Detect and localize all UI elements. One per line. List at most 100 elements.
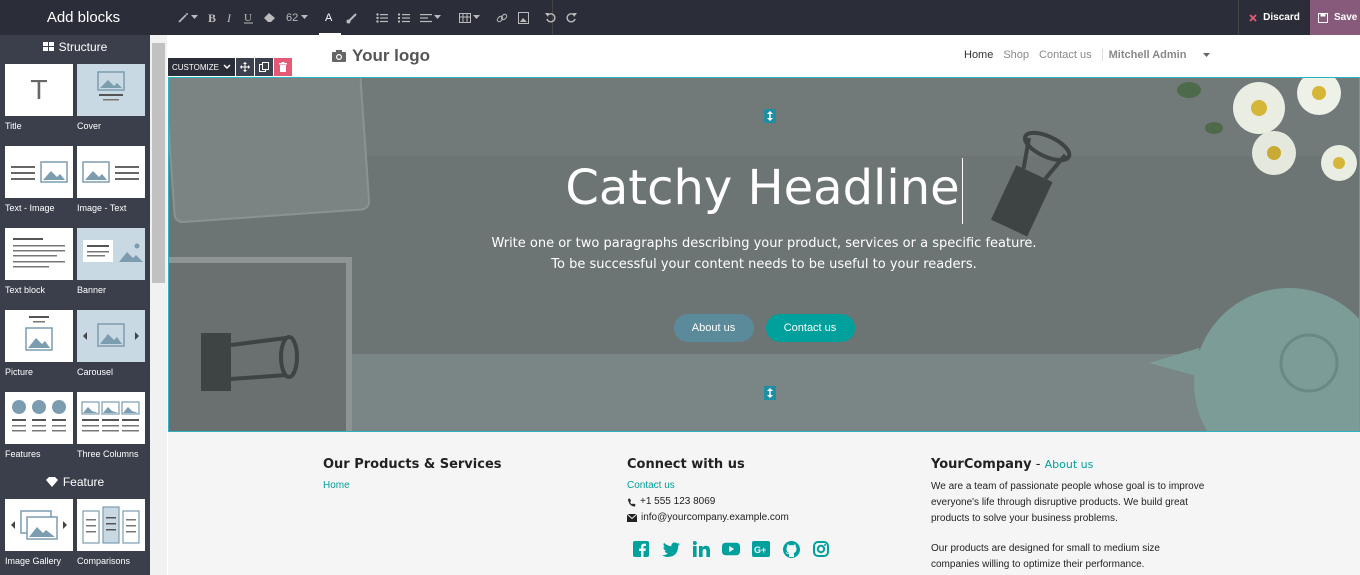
blocks-list: Structure T Title Cover Text - Image Ima…	[0, 35, 150, 575]
title-separator: -	[1031, 457, 1045, 472]
scrollbar-thumb[interactable]	[152, 43, 165, 283]
numbered-list-button[interactable]	[393, 0, 415, 35]
save-button[interactable]: Save	[1310, 0, 1360, 35]
block-image-text[interactable]: Image - Text	[77, 146, 145, 228]
cover-snippet[interactable]: Catchy Headline Write one or two paragra…	[168, 77, 1360, 432]
delete-snippet-button[interactable]	[273, 58, 292, 76]
resize-handle-bottom[interactable]	[764, 386, 776, 400]
grid-icon	[42, 42, 54, 51]
block-banner[interactable]: Banner	[77, 228, 145, 310]
resize-handle-top[interactable]	[764, 109, 776, 123]
undo-icon	[545, 13, 556, 23]
add-blocks-sidebar: Add blocks Structure T Title Cover Text …	[0, 0, 167, 575]
move-snippet-button[interactable]	[235, 58, 254, 76]
nav-item-home[interactable]: Home	[964, 49, 993, 61]
discard-label: Discard	[1263, 12, 1300, 23]
close-icon	[1249, 13, 1257, 22]
main-nav: Home Shop Contact us Mitchell Admin	[964, 49, 1220, 61]
block-three-columns[interactable]: Three Columns	[77, 392, 145, 474]
sidebar-title: Add blocks	[0, 0, 167, 35]
nav-item-contact-us[interactable]: Contact us	[1039, 49, 1092, 61]
italic-button[interactable]: I	[222, 0, 239, 35]
block-text-block[interactable]: Text block	[5, 228, 73, 310]
site-logo[interactable]: Your logo	[332, 46, 430, 66]
block-cover[interactable]: Cover	[77, 64, 145, 146]
nav-item-shop[interactable]: Shop	[1003, 49, 1029, 61]
font-size-dropdown[interactable]: 62	[281, 0, 313, 35]
svg-text:T: T	[30, 76, 47, 106]
hero-paragraph-line-2[interactable]: To be successful your content needs to b…	[169, 257, 1359, 272]
block-carousel[interactable]: Carousel	[77, 310, 145, 392]
block-image-gallery[interactable]: Image Gallery	[5, 499, 73, 575]
table-dropdown[interactable]	[454, 0, 485, 35]
google-plus-link[interactable]: G+	[752, 540, 770, 558]
magic-style-button[interactable]	[167, 0, 203, 35]
caret-down-icon	[473, 15, 481, 19]
link-button[interactable]	[491, 0, 513, 35]
footer-link-contact[interactable]: Contact us	[627, 478, 830, 494]
block-text-image[interactable]: Text - Image	[5, 146, 73, 228]
block-features[interactable]: Features	[5, 392, 73, 474]
save-label: Save	[1334, 12, 1358, 23]
editor-toolbar: B I U 62 A Discard Save	[167, 0, 1360, 35]
website-footer: Our Products & Services Home Connect wit…	[168, 432, 1360, 575]
bullet-list-button[interactable]	[371, 0, 393, 35]
eraser-button[interactable]	[259, 0, 281, 35]
svg-text:B: B	[208, 12, 216, 23]
undo-button[interactable]	[540, 0, 561, 35]
resize-vertical-icon	[767, 388, 773, 398]
linkedin-link[interactable]	[692, 540, 710, 558]
github-link[interactable]	[782, 540, 800, 558]
font-size-value: 62	[286, 11, 299, 24]
phone-number: +1 555 123 8069	[640, 496, 716, 507]
footer-col-title: Connect with us	[627, 457, 745, 472]
hero-paragraph-line-1[interactable]: Write one or two paragraphs describing y…	[169, 236, 1359, 251]
underline-button[interactable]: U	[239, 0, 259, 35]
footer-link-home[interactable]: Home	[323, 478, 502, 494]
block-picture[interactable]: Picture	[5, 310, 73, 392]
block-image-text-thumb	[77, 146, 145, 198]
block-comparisons[interactable]: Comparisons	[77, 499, 145, 575]
user-name: Mitchell Admin	[1108, 49, 1187, 61]
align-left-icon	[420, 13, 433, 22]
paragraph-align-dropdown[interactable]	[415, 0, 446, 35]
twitter-link[interactable]	[662, 540, 680, 558]
facebook-link[interactable]	[632, 540, 650, 558]
company-description-2: Our products are designed for small to m…	[931, 543, 1160, 570]
section-title-feature: Feature	[62, 475, 105, 489]
footer-link-about[interactable]: About us	[1045, 458, 1094, 471]
customize-dropdown[interactable]: CUSTOMIZE	[168, 58, 235, 76]
hero-buttons: About us Contact us	[169, 314, 1359, 342]
caret-down-icon	[434, 15, 442, 19]
bold-icon: B	[208, 12, 216, 23]
company-description-1: We are a team of passionate people whose…	[931, 481, 1205, 524]
text-cursor	[961, 158, 963, 224]
block-carousel-thumb	[77, 310, 145, 362]
block-comparisons-thumb	[77, 499, 145, 551]
sidebar-scrollbar[interactable]	[150, 35, 167, 575]
format-toolbar: B I U 62 A	[167, 0, 578, 35]
block-title-thumb: T	[5, 64, 73, 116]
youtube-link[interactable]	[722, 540, 740, 558]
eraser-icon	[264, 12, 275, 22]
instagram-link[interactable]	[812, 540, 830, 558]
github-icon	[782, 540, 800, 558]
block-title[interactable]: T Title	[5, 64, 73, 146]
insert-image-button[interactable]	[513, 0, 534, 35]
clone-icon	[258, 62, 269, 72]
hero-headline[interactable]: Catchy Headline	[169, 158, 1359, 224]
font-color-button[interactable]: A	[319, 0, 342, 35]
user-menu[interactable]: Mitchell Admin	[1101, 49, 1210, 61]
redo-button[interactable]	[561, 0, 582, 35]
block-image-gallery-thumb	[5, 499, 73, 551]
discard-button[interactable]: Discard	[1238, 0, 1310, 35]
instagram-icon	[813, 541, 829, 557]
block-three-columns-thumb	[77, 392, 145, 444]
facebook-icon	[633, 541, 649, 557]
clone-snippet-button[interactable]	[254, 58, 273, 76]
contact-us-button[interactable]: Contact us	[765, 314, 855, 342]
background-color-button[interactable]	[341, 0, 363, 35]
about-us-button[interactable]: About us	[673, 314, 754, 342]
block-label: Text - Image	[5, 203, 55, 213]
bold-button[interactable]: B	[203, 0, 222, 35]
